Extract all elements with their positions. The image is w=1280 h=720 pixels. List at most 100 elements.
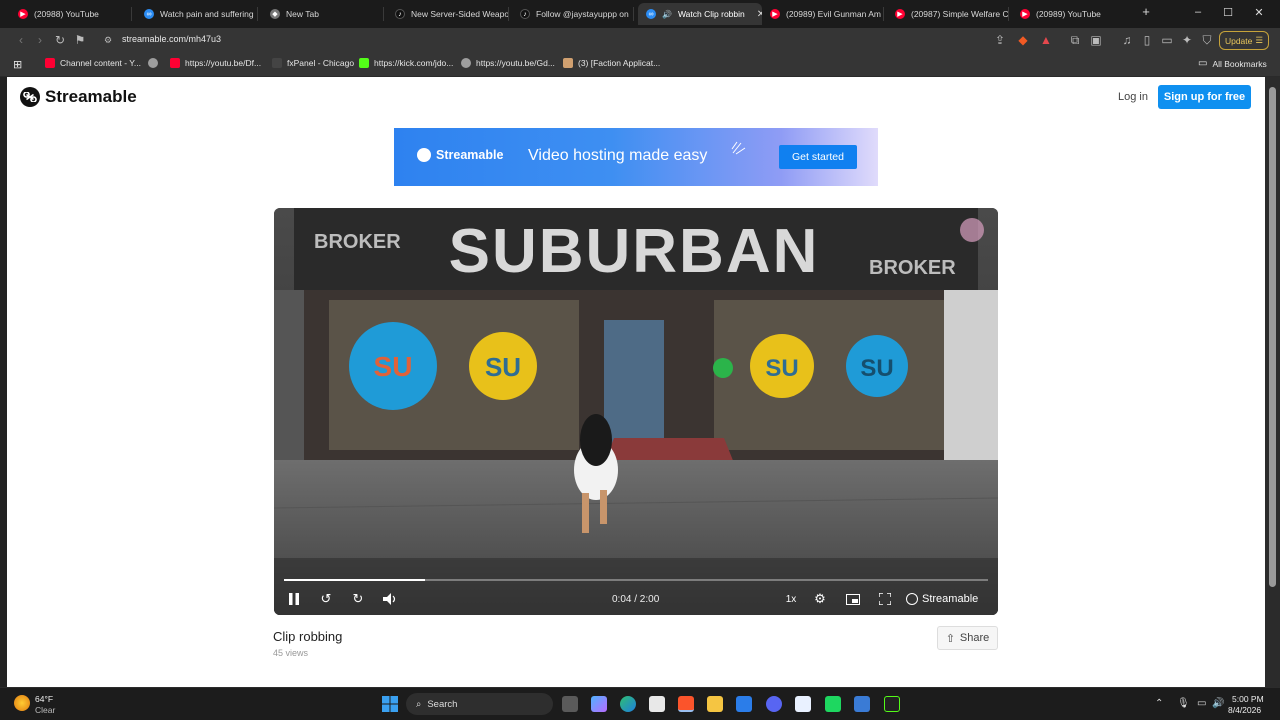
apps-icon[interactable]: ⊞	[13, 58, 22, 71]
notepad-icon[interactable]	[795, 696, 811, 712]
media-icon[interactable]: ♫	[1120, 33, 1134, 47]
tab-youtube-2[interactable]: ▶ (20989) YouTube	[1012, 3, 1134, 25]
discord-icon[interactable]	[766, 696, 782, 712]
bookmark-item[interactable]: https://youtu.be/Df...	[170, 58, 261, 68]
tab-new-tab[interactable]: ◆ New Tab	[262, 3, 384, 25]
back-icon[interactable]: ‹	[14, 33, 28, 47]
share-page-icon[interactable]: ⇪	[993, 33, 1007, 47]
weather-temperature[interactable]: 64°F	[35, 694, 53, 704]
address-bar[interactable]: streamable.com/mh47u3	[122, 34, 221, 44]
wallet-panel-icon[interactable]: ▭	[1160, 33, 1174, 47]
windows-taskbar: 64°F Clear ⌕ Search ⌃ 🎙 ▭ 🔊 5:00 PM 8/4/…	[0, 687, 1280, 720]
tab-clip-robbing[interactable]: ∞ 🔊 Watch Clip robbin ✕	[638, 3, 762, 25]
forward-icon[interactable]: ›	[33, 33, 47, 47]
kick-app-icon[interactable]	[884, 696, 900, 712]
task-view-icon[interactable]	[562, 696, 578, 712]
streamable-logo-icon	[906, 593, 918, 605]
tiktok-icon: ♪	[395, 9, 405, 19]
su-logo: SU	[374, 351, 413, 382]
tab-evil-gunman[interactable]: ▶ (20989) Evil Gunman Am	[762, 3, 884, 25]
bookmark-item[interactable]: fxPanel - Chicago	[272, 58, 354, 68]
bookmark-item[interactable]: https://youtu.be/Gd...	[461, 58, 555, 68]
picture-in-picture-icon[interactable]	[845, 591, 861, 607]
pause-button[interactable]	[286, 591, 302, 607]
timecode: 0:04 / 2:00	[612, 594, 660, 605]
tab-title: (20988) YouTube	[34, 9, 99, 19]
mail-icon[interactable]	[736, 696, 752, 712]
audio-playing-icon: 🔊	[662, 9, 672, 19]
minimize-button[interactable]: –	[1183, 6, 1213, 18]
leo-ai-icon[interactable]: ✦	[1180, 33, 1194, 47]
suburban-sign: SUBURBAN	[449, 217, 820, 286]
settings-gear-icon[interactable]: ⚙	[812, 591, 828, 607]
fullscreen-icon[interactable]	[877, 591, 893, 607]
banner-brand: Streamable	[417, 148, 503, 162]
streamable-logo[interactable]: Streamable	[20, 87, 137, 107]
playback-speed-button[interactable]: 1x	[783, 591, 799, 607]
all-bookmarks-button[interactable]: ▭ All Bookmarks	[1198, 58, 1267, 69]
weather-icon[interactable]	[14, 695, 30, 711]
bookmark-item[interactable]: (3) [Faction Applicat...	[563, 58, 660, 68]
tray-overflow-icon[interactable]: ⌃	[1155, 698, 1163, 709]
su-logo: SU	[485, 352, 521, 382]
get-started-button[interactable]: Get started	[779, 145, 857, 169]
photos-icon[interactable]	[854, 696, 870, 712]
forward-10-icon[interactable]: ↻	[350, 591, 366, 607]
edge-icon[interactable]	[620, 696, 636, 712]
rewind-10-icon[interactable]: ↺	[318, 591, 334, 607]
ad-banner[interactable]: Streamable Video hosting made easy Get s…	[394, 128, 878, 186]
brave-shields-icon[interactable]: ◆	[1016, 33, 1030, 47]
app-icon[interactable]	[825, 696, 841, 712]
brave-shield-icon: ◆	[270, 9, 280, 19]
bookmark-item[interactable]	[148, 58, 158, 68]
tab-simple-welfare[interactable]: ▶ (20987) Simple Welfare C	[887, 3, 1009, 25]
copilot-icon[interactable]	[591, 696, 607, 712]
signup-button[interactable]: Sign up for free	[1158, 85, 1251, 109]
streamable-watermark-link[interactable]: Streamable	[906, 591, 978, 607]
tiktok-icon: ♪	[520, 9, 530, 19]
scrollbar-thumb[interactable]	[1269, 87, 1276, 587]
update-button[interactable]: Update ☰	[1219, 31, 1269, 50]
start-button-icon[interactable]	[382, 696, 398, 712]
browser-toolbar: ‹ › ↻ ⚑ ⚙ streamable.com/mh47u3 ⇪ ◆ ▲ ⧉ …	[0, 28, 1280, 53]
bookmark-item[interactable]: https://kick.com/jdo...	[359, 58, 453, 68]
taskbar-search[interactable]: ⌕ Search	[406, 693, 553, 715]
microphone-icon[interactable]: 🎙	[1177, 698, 1190, 709]
video-player[interactable]: SUBURBAN BROKER BROKER SU SU SU SU ↺ ↻ 0…	[274, 208, 998, 615]
extensions-icon[interactable]: ⧉	[1068, 33, 1082, 47]
logo-text: Streamable	[45, 87, 137, 106]
store-icon[interactable]	[649, 696, 665, 712]
network-icon[interactable]: ▭	[1197, 698, 1206, 709]
maximize-button[interactable]: ☐	[1213, 6, 1243, 19]
login-link[interactable]: Log in	[1118, 91, 1148, 103]
clock-date[interactable]: 8/4/2026	[1228, 705, 1261, 715]
brave-rewards-icon[interactable]: ▲	[1039, 33, 1053, 47]
volume-tray-icon[interactable]: 🔊	[1212, 698, 1224, 709]
streamable-icon: ∞	[144, 9, 154, 19]
tab-youtube-1[interactable]: ▶ (20988) YouTube	[10, 3, 132, 25]
close-window-button[interactable]: ✕	[1244, 6, 1274, 19]
tab-watch-pain[interactable]: ∞ Watch pain and suffering	[136, 3, 258, 25]
bookmark-icon[interactable]: ⚑	[73, 33, 87, 47]
wallet-icon[interactable]: ▣	[1089, 33, 1103, 47]
vpn-icon[interactable]: ⛉	[1200, 33, 1214, 47]
reload-icon[interactable]: ↻	[53, 33, 67, 47]
file-explorer-icon[interactable]	[707, 696, 723, 712]
sidebar-icon[interactable]: ▯	[1140, 33, 1154, 47]
tab-title: Watch Clip robbin	[677, 9, 745, 19]
volume-icon[interactable]	[382, 591, 398, 607]
site-settings-icon[interactable]: ⚙	[101, 33, 115, 47]
clock-time[interactable]: 5:00 PM	[1232, 694, 1264, 704]
progress-bar[interactable]	[284, 579, 988, 581]
new-tab-button[interactable]: +	[1131, 4, 1161, 19]
tab-title: (20989) YouTube	[1036, 9, 1101, 19]
bookmark-item[interactable]: Channel content - Y...	[45, 58, 141, 68]
tab-server-sided[interactable]: ♪ New Server-Sided Weapo	[387, 3, 509, 25]
sparkle-icon	[731, 141, 746, 155]
share-button[interactable]: ⇧ Share	[937, 626, 998, 650]
player-brand-text: Streamable	[922, 593, 979, 605]
tab-follow-jaystayuppp[interactable]: ♪ Follow @jaystayuppp on	[512, 3, 634, 25]
page-scrollbar[interactable]	[1265, 77, 1280, 687]
weather-condition[interactable]: Clear	[35, 705, 55, 715]
brave-browser-icon[interactable]	[678, 696, 694, 712]
